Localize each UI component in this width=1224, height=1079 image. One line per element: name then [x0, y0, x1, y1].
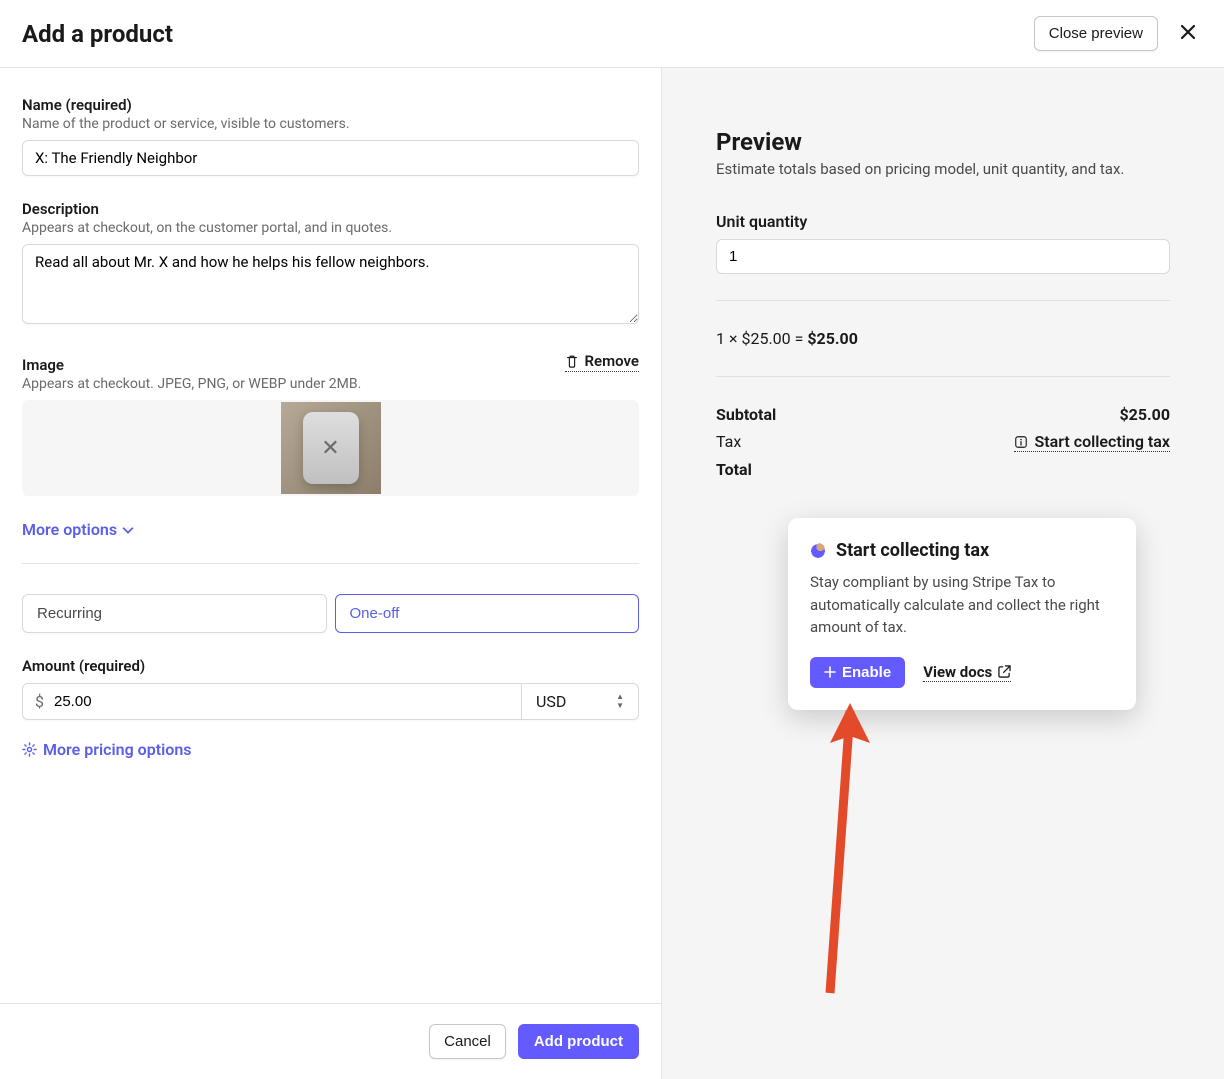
tax-popover-body: Stay compliant by using Stripe Tax to au…	[810, 571, 1114, 639]
form-footer: Cancel Add product	[0, 1003, 661, 1079]
subtotal-row: Subtotal $25.00	[716, 405, 1170, 424]
enable-tax-button[interactable]: Enable	[810, 657, 905, 688]
header-actions: Close preview	[1034, 16, 1202, 51]
description-input[interactable]: Read all about Mr. X and how he helps hi…	[22, 244, 639, 324]
more-options-button[interactable]: More options	[22, 520, 639, 539]
total-row: Total	[716, 460, 1170, 479]
select-icon: ▲▼	[616, 693, 624, 710]
currency-value: USD	[536, 692, 566, 711]
tax-popover-title: Start collecting tax	[836, 540, 989, 561]
header: Add a product Close preview	[0, 0, 1224, 68]
add-product-button[interactable]: Add product	[518, 1024, 639, 1059]
page-title: Add a product	[22, 20, 173, 48]
name-input[interactable]	[22, 140, 639, 176]
more-pricing-options-button[interactable]: More pricing options	[22, 740, 639, 759]
amount-input[interactable]	[54, 693, 511, 710]
name-hint: Name of the product or service, visible …	[22, 116, 639, 132]
more-options-label: More options	[22, 520, 117, 539]
cancel-button[interactable]: Cancel	[429, 1024, 506, 1059]
billing-type-segmented: Recurring One-off	[22, 594, 639, 633]
info-icon	[1014, 435, 1028, 449]
description-hint: Appears at checkout, on the customer por…	[22, 220, 639, 236]
name-group: Name (required) Name of the product or s…	[22, 96, 639, 176]
tax-popover: Start collecting tax Stay compliant by u…	[788, 518, 1136, 710]
image-dropzone[interactable]: ✕	[22, 400, 639, 496]
tax-popover-icon	[810, 543, 826, 559]
description-group: Description Appears at checkout, on the …	[22, 200, 639, 328]
currency-select[interactable]: USD ▲▼	[521, 683, 639, 720]
preview-subtitle: Estimate totals based on pricing model, …	[716, 160, 1170, 178]
amount-input-wrapper: $	[22, 683, 521, 720]
section-divider	[22, 563, 639, 564]
remove-image-button[interactable]: Remove	[565, 352, 640, 372]
close-preview-button[interactable]: Close preview	[1034, 16, 1158, 51]
annotation-arrow	[812, 703, 872, 1003]
unit-quantity-label: Unit quantity	[716, 212, 1170, 231]
plus-icon	[824, 666, 836, 678]
image-label: Image	[22, 356, 64, 374]
tax-label: Tax	[716, 432, 741, 452]
view-docs-link[interactable]: View docs	[923, 663, 1011, 682]
total-label: Total	[716, 460, 752, 479]
calculation-line: 1 × $25.00 = $25.00	[716, 329, 1170, 348]
image-hint: Appears at checkout. JPEG, PNG, or WEBP …	[22, 376, 639, 392]
amount-group: Amount (required) $ USD ▲▼	[22, 657, 639, 720]
external-link-icon	[998, 665, 1011, 678]
subtotal-value: $25.00	[1119, 405, 1170, 424]
calc-result: $25.00	[807, 329, 858, 348]
remove-image-label: Remove	[585, 352, 640, 370]
name-label: Name (required)	[22, 96, 639, 114]
view-docs-label: View docs	[923, 663, 992, 681]
amount-label: Amount (required)	[22, 657, 639, 675]
close-icon[interactable]	[1174, 21, 1202, 46]
product-thumbnail: ✕	[281, 402, 381, 494]
currency-symbol: $	[35, 692, 44, 711]
trash-icon	[565, 354, 579, 368]
description-label: Description	[22, 200, 639, 218]
recurring-button[interactable]: Recurring	[22, 594, 327, 633]
preview-divider-1	[716, 300, 1170, 301]
start-collecting-tax-link[interactable]: Start collecting tax	[1014, 432, 1170, 452]
subtotal-label: Subtotal	[716, 405, 776, 424]
preview-divider-2	[716, 376, 1170, 377]
calc-prefix: 1 × $25.00 =	[716, 329, 807, 348]
enable-tax-label: Enable	[842, 664, 891, 681]
start-collecting-tax-label: Start collecting tax	[1034, 432, 1170, 451]
chevron-down-icon	[121, 523, 135, 537]
image-group: Image Remove Appears at checkout. JPEG, …	[22, 352, 639, 496]
unit-quantity-input[interactable]	[716, 239, 1170, 274]
form-panel: Name (required) Name of the product or s…	[0, 68, 662, 1079]
more-pricing-options-label: More pricing options	[43, 740, 191, 759]
one-off-button[interactable]: One-off	[335, 594, 640, 633]
tax-row: Tax Start collecting tax	[716, 432, 1170, 452]
preview-panel: Preview Estimate totals based on pricing…	[662, 68, 1224, 1079]
gear-icon	[22, 742, 37, 757]
preview-title: Preview	[716, 128, 1170, 156]
